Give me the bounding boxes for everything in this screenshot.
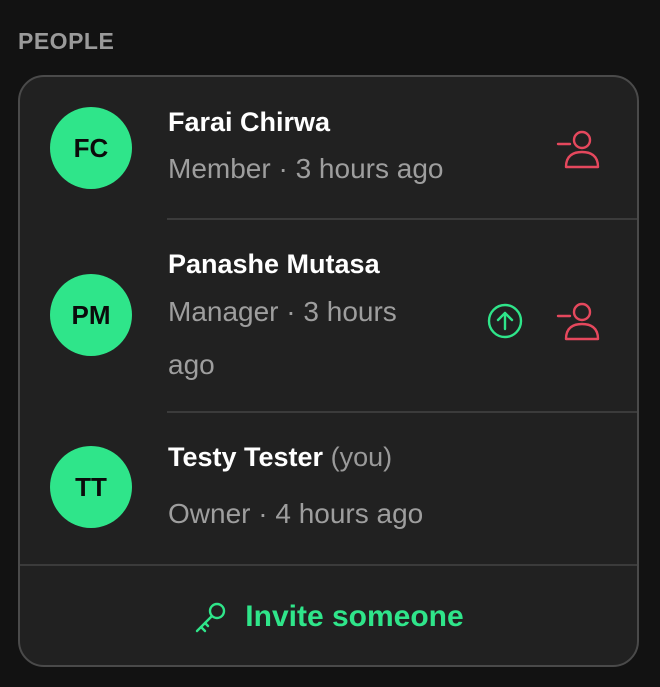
remove-user-button[interactable]: [554, 125, 604, 171]
person-meta: Member · 3 hours ago: [168, 153, 444, 184]
avatar: PM: [50, 274, 132, 356]
person-name: Testy Tester (you): [168, 442, 392, 473]
remove-user-icon: [556, 302, 600, 341]
person-meta-line1: Manager · 3 hours: [168, 296, 397, 327]
key-icon: [196, 602, 226, 632]
people-card: FC Farai Chirwa Member · 3 hours ago PM …: [18, 75, 639, 667]
person-row-farai: FC Farai Chirwa Member · 3 hours ago: [20, 77, 637, 219]
invite-button[interactable]: Invite someone: [20, 566, 637, 665]
invite-label: Invite someone: [245, 599, 464, 633]
person-meta: Owner · 4 hours ago: [168, 498, 424, 529]
remove-user-button[interactable]: [554, 297, 604, 343]
person-row-testy: TT Testy Tester (you) Owner · 4 hours ag…: [20, 412, 637, 564]
you-label: (you): [330, 442, 393, 472]
section-title: PEOPLE: [18, 28, 115, 54]
avatar: FC: [50, 107, 132, 189]
person-name: Panashe Mutasa: [168, 249, 380, 279]
promote-button[interactable]: [485, 301, 525, 341]
avatar: TT: [50, 446, 132, 528]
person-name-text: Testy Tester: [168, 442, 324, 472]
remove-user-icon: [556, 130, 600, 169]
arrow-up-circle-icon: [487, 303, 523, 339]
person-row-panashe: PM Panashe Mutasa Manager · 3 hours ago: [20, 219, 637, 412]
person-name: Farai Chirwa: [168, 107, 331, 137]
person-meta-line2: ago: [168, 349, 215, 380]
